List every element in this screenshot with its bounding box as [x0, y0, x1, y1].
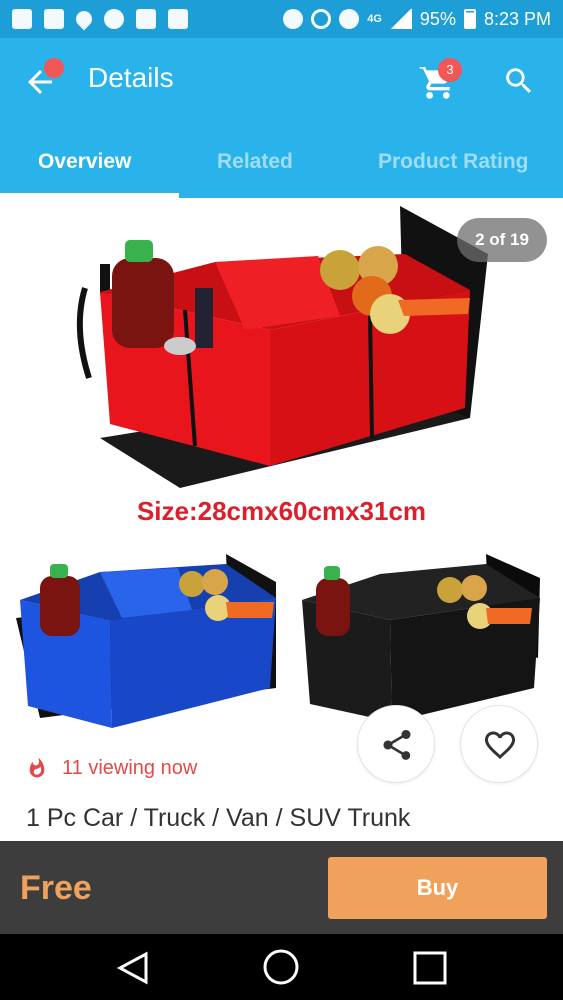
product-title: 1 Pc Car / Truck / Van / SUV Trunk: [26, 804, 411, 832]
viewing-now-indicator: 11 viewing now: [26, 756, 197, 780]
tab-overview[interactable]: Overview: [38, 150, 131, 174]
spotify-icon: [104, 9, 124, 29]
purchase-bar: Free Buy: [0, 841, 563, 934]
system-icons: 4G 95% 8:23 PM: [283, 9, 551, 30]
search-icon: [506, 68, 532, 94]
signal-icon: [389, 9, 412, 29]
search-button[interactable]: [502, 64, 536, 98]
image-counter: 2 of 19: [457, 218, 547, 262]
wifi-icon: [339, 9, 360, 29]
network-type: 4G: [367, 13, 382, 25]
viewing-now-text: 11 viewing now: [62, 756, 198, 779]
location-pin-icon: [72, 7, 96, 31]
alarm-icon: [311, 9, 332, 29]
app-e-icon: [168, 9, 188, 29]
notification-icons: [12, 7, 188, 31]
image-size-caption: Size:28cmx60cmx31cm: [136, 496, 427, 526]
favorite-button[interactable]: [460, 705, 538, 783]
heart-icon: [485, 731, 515, 760]
tab-bar: Overview Related Product Rating: [0, 126, 563, 198]
app-bar: Details 3: [0, 38, 563, 126]
badge-icon: [136, 9, 156, 29]
fire-icon: [29, 757, 45, 778]
home-nav-icon[interactable]: [262, 948, 300, 986]
buy-button[interactable]: Buy: [328, 857, 547, 919]
share-icon: [383, 730, 411, 760]
status-bar: 4G 95% 8:23 PM: [0, 0, 563, 38]
facebook-icon: [44, 9, 64, 29]
share-button[interactable]: [357, 705, 435, 783]
back-button[interactable]: [22, 58, 64, 100]
price-label: Free: [20, 869, 92, 907]
battery-percent: 95%: [419, 8, 456, 29]
blue-organizer-image: [16, 554, 276, 728]
black-organizer-image: [302, 554, 540, 722]
battery-icon: [463, 9, 476, 29]
back-nav-icon[interactable]: [114, 950, 150, 986]
cart-count-badge: 3: [438, 58, 462, 82]
tab-related[interactable]: Related: [217, 150, 293, 174]
notification-dot: [44, 58, 64, 78]
message-icon: [12, 9, 32, 29]
system-navigation-bar: [0, 934, 563, 1000]
red-organizer-image: [76, 206, 488, 488]
clock: 8:23 PM: [483, 8, 551, 29]
tab-product-rating[interactable]: Product Rating: [378, 150, 529, 174]
bluetooth-icon: [283, 9, 304, 29]
page-title: Details: [88, 62, 174, 93]
recents-nav-icon[interactable]: [412, 950, 448, 986]
